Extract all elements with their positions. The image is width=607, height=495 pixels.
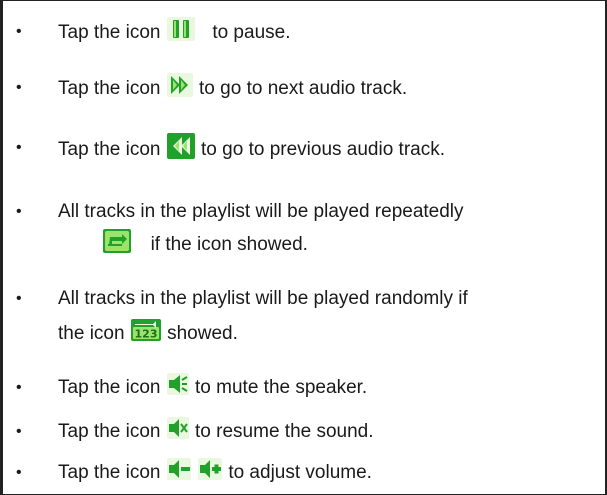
previous-track-icon[interactable] bbox=[166, 132, 196, 160]
bullet: • bbox=[16, 290, 22, 307]
item-text: to adjust volume. bbox=[228, 462, 372, 484]
volume-up-icon[interactable] bbox=[197, 457, 223, 481]
item-text: Tap the icon bbox=[58, 421, 161, 443]
item-text: to go to previous audio track. bbox=[201, 139, 446, 161]
item-text: Tap the icon bbox=[58, 377, 161, 399]
item-text: Tap the icon bbox=[58, 22, 161, 44]
item-text: to pause. bbox=[212, 22, 291, 44]
bullet: • bbox=[16, 139, 22, 156]
item-text: Tap the icon bbox=[58, 78, 161, 100]
item-text: showed. bbox=[167, 323, 238, 345]
shuffle-icon[interactable]: 123 bbox=[130, 318, 162, 342]
item-text: Tap the icon bbox=[58, 139, 161, 161]
pause-icon[interactable] bbox=[166, 16, 196, 42]
item-text: the icon bbox=[58, 323, 125, 345]
item-text: All tracks in the playlist will be playe… bbox=[58, 201, 464, 222]
mute-icon[interactable] bbox=[166, 372, 190, 396]
volume-down-icon[interactable] bbox=[166, 457, 192, 481]
repeat-icon[interactable] bbox=[102, 228, 132, 254]
bullet: • bbox=[16, 203, 22, 220]
bullet: • bbox=[16, 23, 22, 40]
resume-sound-icon[interactable] bbox=[166, 416, 190, 440]
item-text: to go to next audio track. bbox=[199, 78, 408, 100]
item-text: All tracks in the playlist will be playe… bbox=[58, 288, 468, 309]
item-text: if the icon showed. bbox=[150, 234, 308, 256]
top-rule bbox=[0, 0, 607, 1]
bullet: • bbox=[16, 464, 22, 481]
bullet: • bbox=[16, 423, 22, 440]
item-text: Tap the icon bbox=[58, 462, 161, 484]
list-item-continuation: the icon 123 showed. bbox=[58, 319, 238, 346]
item-text: to mute the speaker. bbox=[195, 377, 368, 399]
bullet: • bbox=[16, 79, 22, 96]
left-border bbox=[0, 0, 3, 495]
list-item-continuation: if the icon showed. bbox=[102, 229, 308, 258]
item-text: to resume the sound. bbox=[195, 421, 374, 443]
svg-text:123: 123 bbox=[134, 328, 157, 341]
next-track-icon[interactable] bbox=[166, 72, 194, 98]
bullet: • bbox=[16, 379, 22, 396]
